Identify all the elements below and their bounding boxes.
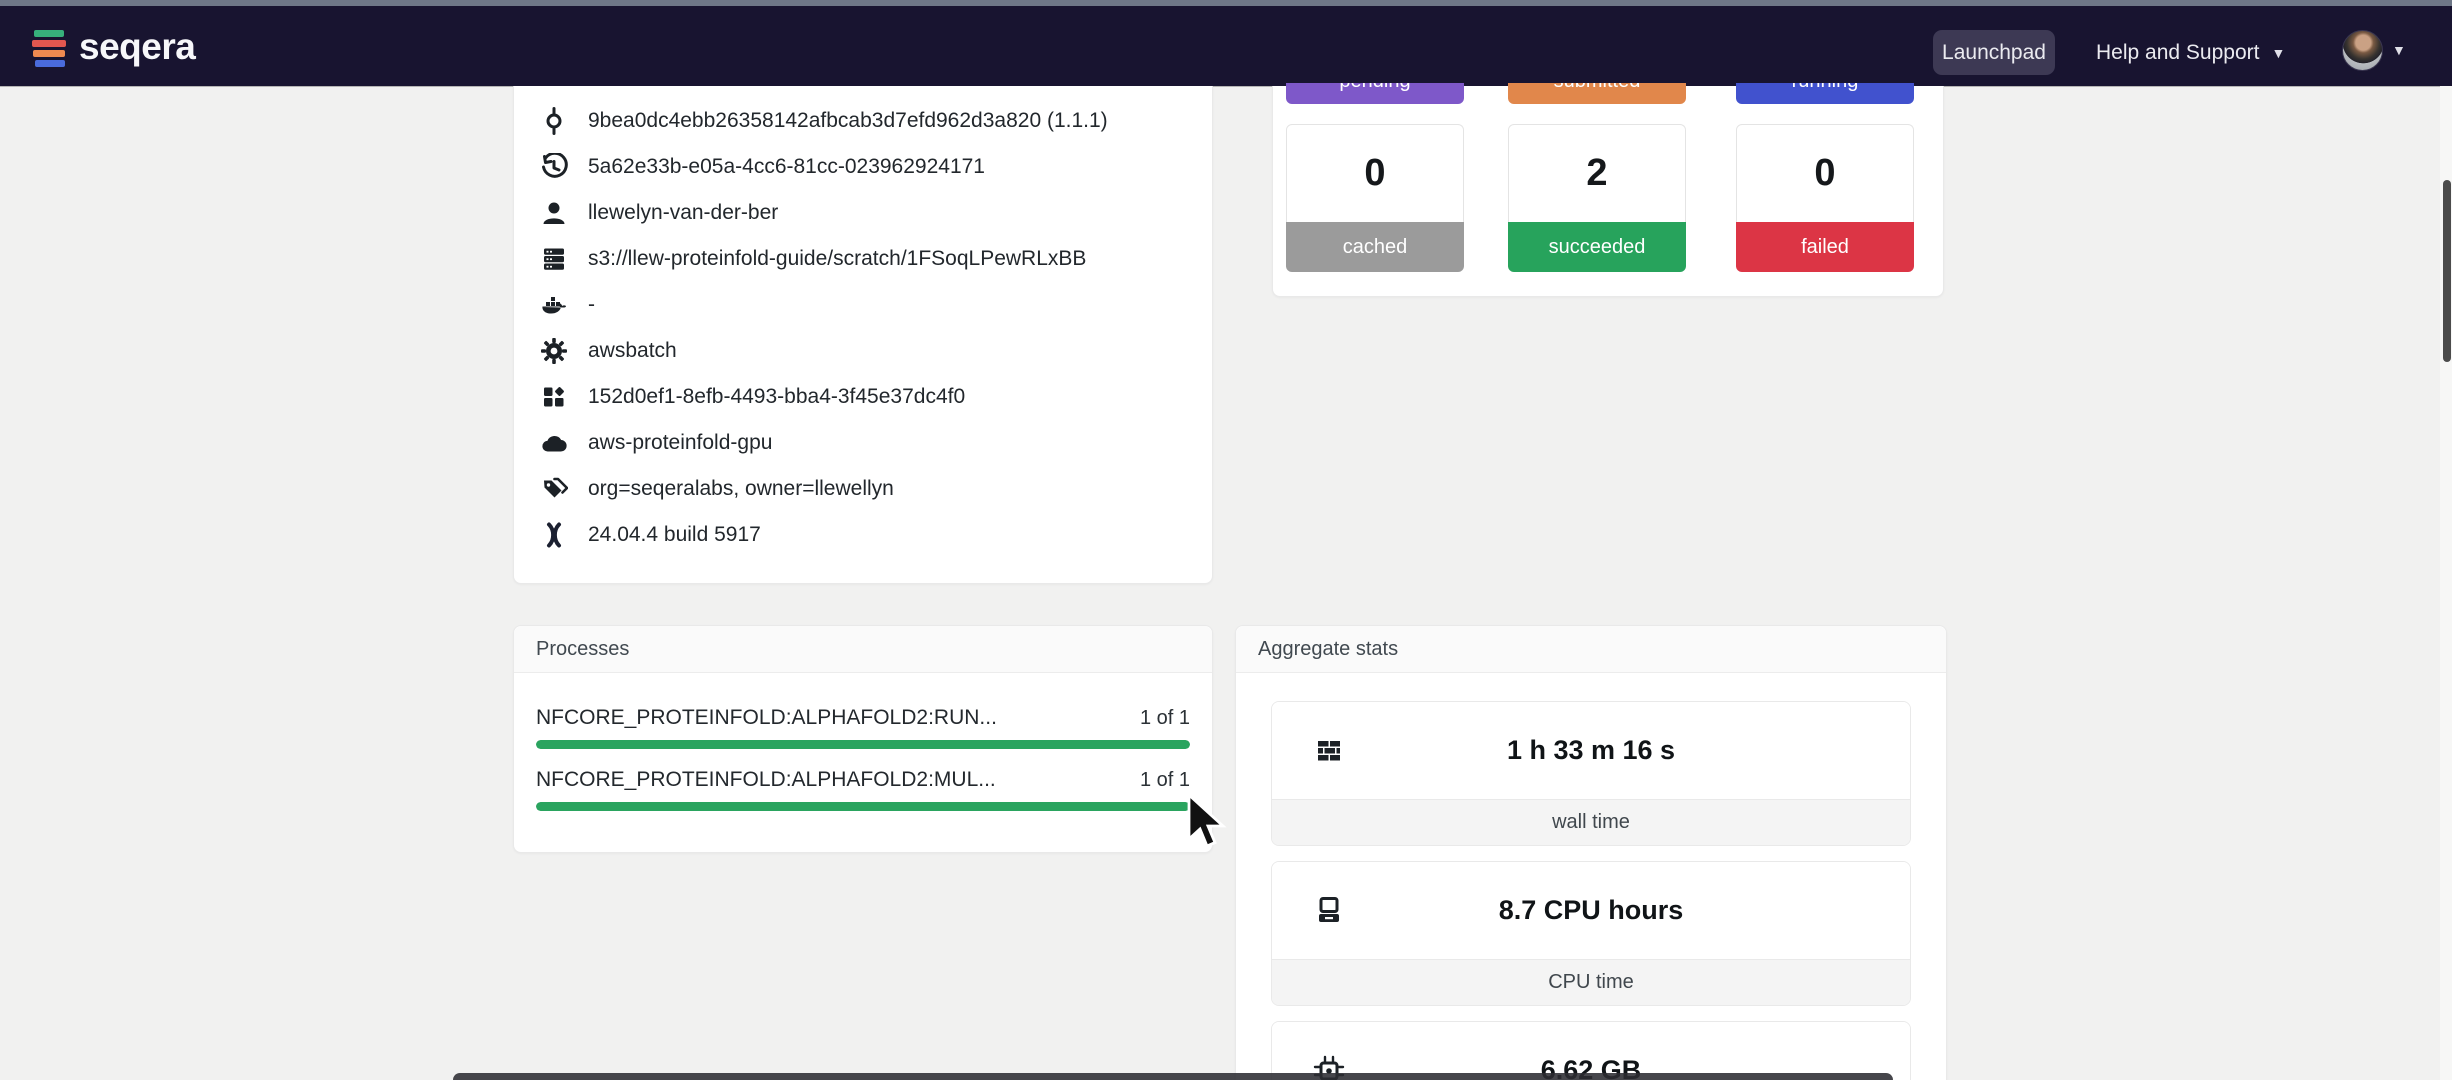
meta-row-session: 5a62e33b-e05a-4cc6-81cc-023962924171	[514, 144, 1212, 190]
nextflow-version-value: 24.04.4 build 5917	[588, 523, 761, 547]
succeeded-label: succeeded	[1508, 222, 1686, 272]
process-progress-bar	[536, 740, 1190, 749]
meta-row-labels: org=seqeralabs, owner=llewellyn	[514, 466, 1212, 512]
seqera-logo-icon	[32, 26, 66, 70]
wall-time-value: 1 h 33 m 16 s	[1507, 735, 1675, 766]
process-count: 1 of 1	[1140, 705, 1190, 731]
process-progress-track	[536, 740, 1190, 749]
process-progress-track	[536, 802, 1190, 811]
status-failed-card[interactable]: 0 failed	[1736, 124, 1914, 272]
blocks-icon	[540, 383, 568, 411]
chevron-down-icon: ▼	[2271, 46, 2285, 60]
brand-name: seqera	[79, 28, 195, 69]
aggregate-stats-header: Aggregate stats	[1236, 626, 1946, 673]
process-row[interactable]: NFCORE_PROTEINFOLD:ALPHAFOLD2:RUN... 1 o…	[536, 705, 1190, 749]
user-avatar	[2342, 30, 2383, 71]
container-value: -	[588, 293, 595, 317]
help-and-support-label: Help and Support	[2096, 41, 2259, 65]
process-name: NFCORE_PROTEINFOLD:ALPHAFOLD2:RUN...	[536, 705, 997, 731]
status-pending-badge[interactable]: pending	[1286, 83, 1464, 104]
task-status-panel: pending submitted running 0 cached 2 suc…	[1272, 86, 1944, 297]
meta-row-container: -	[514, 282, 1212, 328]
commit-id-value: 9bea0dc4ebb26358142afbcab3d7efd962d3a820…	[588, 109, 1108, 133]
app-window: seqera Launchpad Help and Support ▼ ▼ 9b…	[0, 0, 2452, 1080]
failed-count: 0	[1736, 124, 1914, 222]
nextflow-icon	[540, 521, 568, 549]
session-id-value: 5a62e33b-e05a-4cc6-81cc-023962924171	[588, 155, 985, 179]
meta-row-commit: 9bea0dc4ebb26358142afbcab3d7efd962d3a820…	[514, 98, 1212, 144]
memory-card: 6.62 GB	[1271, 1021, 1911, 1080]
status-cached-card[interactable]: 0 cached	[1286, 124, 1464, 272]
help-and-support-menu[interactable]: Help and Support ▼	[2096, 30, 2285, 75]
server-icon	[540, 245, 568, 273]
cloud-icon	[540, 429, 568, 457]
aggregate-stats-panel: Aggregate stats 1 h 33 m 16 s wall time …	[1235, 625, 1947, 1080]
processes-header: Processes	[514, 626, 1212, 673]
compute-env-id-value: 152d0ef1-8efb-4493-bba4-3f45e37dc4f0	[588, 385, 965, 409]
failed-label: failed	[1736, 222, 1914, 272]
cpu-time-value: 8.7 CPU hours	[1499, 895, 1684, 926]
process-progress-bar	[536, 802, 1190, 811]
wall-icon	[1312, 734, 1346, 768]
status-submitted-label: submitted	[1554, 83, 1641, 104]
process-row[interactable]: NFCORE_PROTEINFOLD:ALPHAFOLD2:MUL... 1 o…	[536, 767, 1190, 811]
launchpad-button[interactable]: Launchpad	[1933, 30, 2055, 75]
processes-panel: Processes NFCORE_PROTEINFOLD:ALPHAFOLD2:…	[513, 625, 1213, 853]
status-pending-label: pending	[1339, 83, 1410, 104]
processes-title: Processes	[536, 638, 629, 661]
process-count: 1 of 1	[1140, 767, 1190, 793]
launch-user-value: llewelyn-van-der-ber	[588, 201, 778, 225]
cached-count: 0	[1286, 124, 1464, 222]
compute-env-name-value: aws-proteinfold-gpu	[588, 431, 772, 455]
tags-icon	[540, 475, 568, 503]
labels-value: org=seqeralabs, owner=llewellyn	[588, 477, 894, 501]
scrollbar-thumb[interactable]	[2443, 180, 2451, 362]
meta-row-compute-env-name: aws-proteinfold-gpu	[514, 420, 1212, 466]
status-running-badge[interactable]: running	[1736, 83, 1914, 104]
cached-label: cached	[1286, 222, 1464, 272]
meta-row-nextflow-version: 24.04.4 build 5917	[514, 512, 1212, 558]
user-icon	[540, 199, 568, 227]
status-submitted-badge[interactable]: submitted	[1508, 83, 1686, 104]
chevron-down-icon: ▼	[2392, 43, 2406, 57]
meta-row-user: llewelyn-van-der-ber	[514, 190, 1212, 236]
wall-time-label: wall time	[1272, 799, 1910, 845]
status-running-label: running	[1792, 83, 1859, 104]
aggregate-stats-title: Aggregate stats	[1258, 638, 1398, 661]
user-menu[interactable]: ▼	[2342, 28, 2406, 72]
run-details-card: 9bea0dc4ebb26358142afbcab3d7efd962d3a820…	[513, 86, 1213, 584]
executor-value: awsbatch	[588, 339, 677, 363]
status-succeeded-card[interactable]: 2 succeeded	[1508, 124, 1686, 272]
gear-icon	[540, 337, 568, 365]
cpu-time-card: 8.7 CPU hours CPU time	[1271, 861, 1911, 1006]
dock-edge	[453, 1073, 1893, 1080]
top-navbar: seqera Launchpad Help and Support ▼ ▼	[0, 6, 2452, 86]
meta-row-workdir: s3://llew-proteinfold-guide/scratch/1FSo…	[514, 236, 1212, 282]
seqera-logo[interactable]: seqera	[32, 24, 195, 72]
computer-icon	[1312, 894, 1346, 928]
cpu-time-label: CPU time	[1272, 959, 1910, 1005]
process-name: NFCORE_PROTEINFOLD:ALPHAFOLD2:MUL...	[536, 767, 996, 793]
wall-time-card: 1 h 33 m 16 s wall time	[1271, 701, 1911, 846]
work-directory-value: s3://llew-proteinfold-guide/scratch/1FSo…	[588, 247, 1086, 271]
meta-row-executor: awsbatch	[514, 328, 1212, 374]
succeeded-count: 2	[1508, 124, 1686, 222]
git-commit-icon	[540, 107, 568, 135]
clock-history-icon	[540, 153, 568, 181]
docker-icon	[540, 291, 568, 319]
meta-row-compute-env: 152d0ef1-8efb-4493-bba4-3f45e37dc4f0	[514, 374, 1212, 420]
